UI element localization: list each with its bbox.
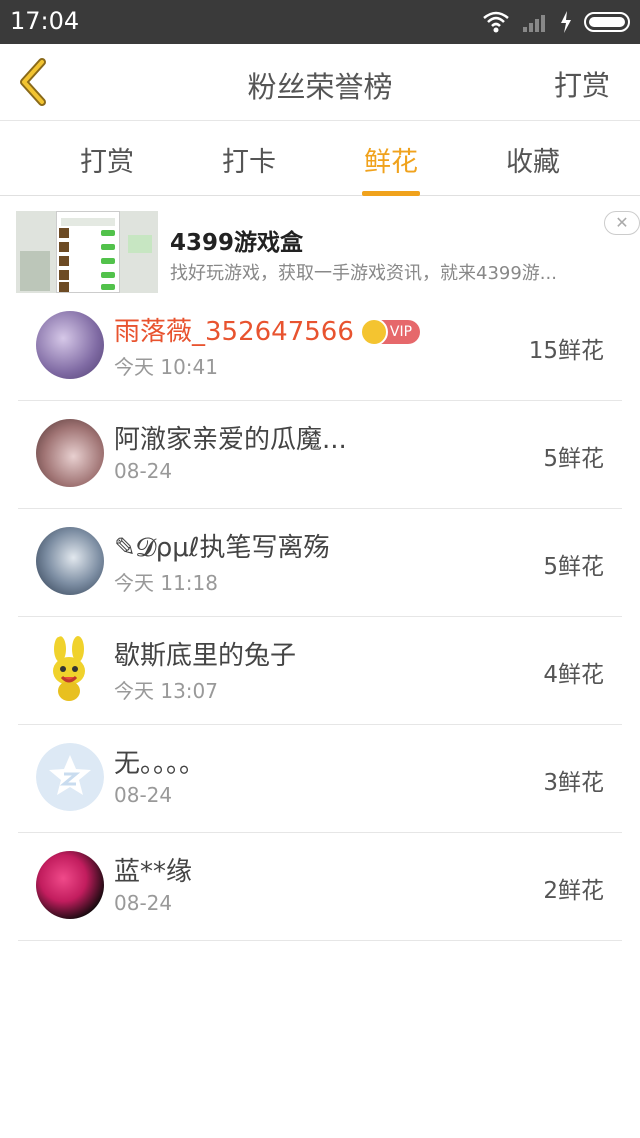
vip-badge: VIP xyxy=(359,318,421,346)
user-name: ✎𝓓ρμℓ执笔写离殇 xyxy=(114,533,330,563)
avatar xyxy=(36,527,104,595)
status-bar: 17:04 xyxy=(0,0,640,44)
flower-count: 2鲜花 xyxy=(543,878,604,904)
user-name: 阿澈家亲爱的瓜魔... xyxy=(114,425,347,455)
fan-ranking-list: 雨落薇_352647566 VIP 今天 10:41 15鲜花 阿澈家亲爱的瓜魔.… xyxy=(18,293,622,941)
user-name: 无。。。。 xyxy=(114,749,206,779)
user-name: 雨落薇_352647566 VIP xyxy=(114,311,421,348)
list-item[interactable]: ✎𝓓ρμℓ执笔写离殇 今天 11:18 5鲜花 xyxy=(18,509,622,617)
close-icon[interactable]: ✕ xyxy=(604,211,640,235)
crown-icon xyxy=(359,318,388,346)
avatar xyxy=(36,743,104,811)
nav-bar: 粉丝荣誉榜 打赏 xyxy=(0,44,640,121)
flower-count: 5鲜花 xyxy=(543,554,604,580)
ad-banner[interactable]: 4399游戏盒 找好玩游戏，获取一手游戏资讯，就来4399游... ✕ xyxy=(16,211,640,293)
tab-checkin[interactable]: 打卡 xyxy=(178,140,320,196)
avatar xyxy=(36,851,104,919)
avatar xyxy=(36,311,104,379)
timestamp: 08-24 xyxy=(114,783,173,807)
tab-reward[interactable]: 打赏 xyxy=(36,140,178,196)
status-icons xyxy=(482,9,630,35)
flower-count: 4鲜花 xyxy=(543,662,604,688)
reward-button[interactable]: 打赏 xyxy=(554,64,610,104)
ad-thumbnail xyxy=(16,211,158,293)
ad-title: 4399游戏盒 xyxy=(170,230,304,256)
flower-count: 15鲜花 xyxy=(528,338,604,364)
charging-icon xyxy=(561,11,571,33)
status-time: 17:04 xyxy=(10,7,80,35)
user-name: 歇斯底里的兔子 xyxy=(114,641,297,671)
timestamp: 08-24 xyxy=(114,459,173,483)
list-item[interactable]: 阿澈家亲爱的瓜魔... 08-24 5鲜花 xyxy=(18,401,622,509)
tab-flowers[interactable]: 鲜花 xyxy=(320,140,462,196)
list-item[interactable]: 蓝**缘 08-24 2鲜花 xyxy=(18,833,622,941)
battery-icon xyxy=(584,12,630,32)
avatar xyxy=(36,419,104,487)
timestamp: 08-24 xyxy=(114,891,173,915)
flower-count: 5鲜花 xyxy=(543,446,604,472)
rabbit-avatar-icon xyxy=(36,635,104,703)
tab-favorites[interactable]: 收藏 xyxy=(462,140,604,196)
signal-icon xyxy=(523,15,545,32)
list-item[interactable]: 雨落薇_352647566 VIP 今天 10:41 15鲜花 xyxy=(18,293,622,401)
flower-count: 3鲜花 xyxy=(543,770,604,796)
ad-description: 找好玩游戏，获取一手游戏资讯，就来4399游... xyxy=(170,263,557,284)
timestamp: 今天 11:18 xyxy=(114,571,218,595)
page-title: 粉丝荣誉榜 xyxy=(247,70,393,104)
timestamp: 今天 13:07 xyxy=(114,679,218,703)
wifi-icon xyxy=(483,11,509,33)
avatar xyxy=(36,635,104,703)
list-item[interactable]: 歇斯底里的兔子 今天 13:07 4鲜花 xyxy=(18,617,622,725)
tab-bar: 打赏 打卡 鲜花 收藏 xyxy=(0,122,640,196)
timestamp: 今天 10:41 xyxy=(114,355,218,379)
default-avatar-icon xyxy=(36,743,104,811)
user-name: 蓝**缘 xyxy=(114,857,193,887)
list-item[interactable]: 无。。。。 08-24 3鲜花 xyxy=(18,725,622,833)
